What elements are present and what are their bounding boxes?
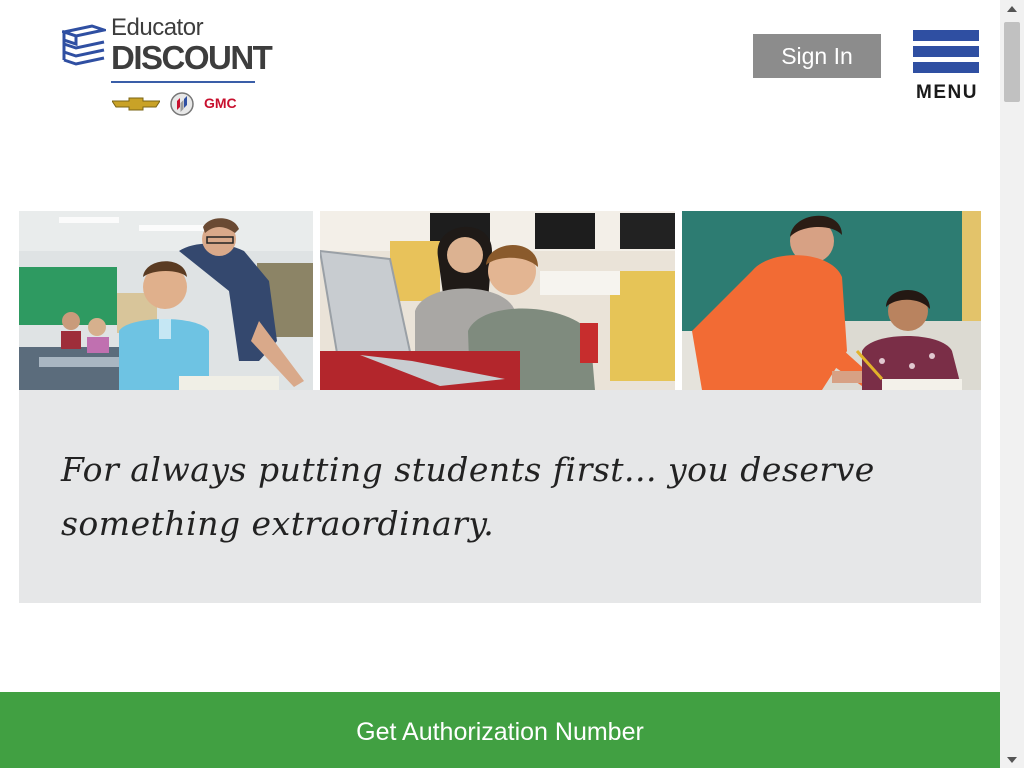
hero-banner: For always putting students first... you… bbox=[19, 211, 981, 603]
logo-divider bbox=[111, 81, 255, 83]
hero-tagline: For always putting students first... you… bbox=[61, 450, 875, 543]
chevrolet-bowtie-icon bbox=[112, 97, 160, 111]
teacher-and-girl-writing-photo bbox=[682, 211, 981, 390]
educator-discount-logo[interactable]: Educator DISCOUNT GMC bbox=[62, 14, 273, 124]
logo-text-discount: DISCOUNT bbox=[111, 39, 273, 76]
menu-label: MENU bbox=[916, 82, 978, 103]
hamburger-icon-bar bbox=[913, 62, 979, 73]
scroll-down-arrow-icon[interactable] bbox=[1000, 751, 1024, 768]
books-icon bbox=[62, 24, 106, 66]
hamburger-icon-bar bbox=[913, 46, 979, 57]
menu-button[interactable]: MENU bbox=[913, 30, 979, 103]
teacher-helping-student-photo bbox=[19, 211, 313, 390]
scrollbar-thumb[interactable] bbox=[1004, 22, 1020, 102]
gmc-logo: GMC bbox=[204, 95, 237, 111]
teacher-and-student-laptop-photo bbox=[320, 211, 675, 390]
logo-text-educator: Educator bbox=[111, 14, 204, 41]
sign-in-button[interactable]: Sign In bbox=[753, 34, 881, 78]
vertical-scrollbar[interactable] bbox=[1000, 0, 1024, 768]
buick-shield-icon bbox=[170, 92, 194, 116]
get-authorization-number-button[interactable]: Get Authorization Number bbox=[0, 692, 1000, 768]
hero-photo-strip bbox=[19, 211, 981, 390]
page: Educator DISCOUNT GMC Sign In MENU For a… bbox=[0, 0, 1000, 768]
hamburger-icon bbox=[913, 30, 979, 41]
scroll-up-arrow-icon[interactable] bbox=[1000, 0, 1024, 17]
